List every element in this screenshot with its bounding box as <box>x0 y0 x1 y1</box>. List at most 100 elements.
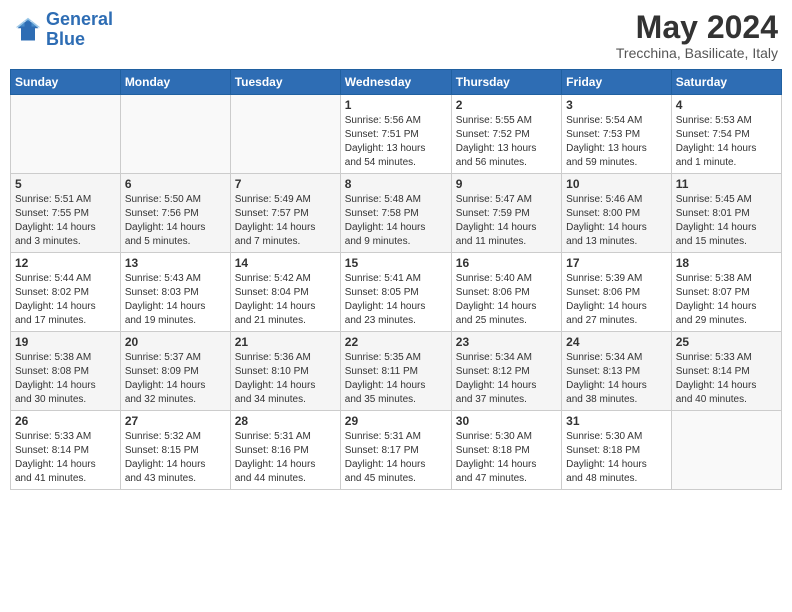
logo-line2: Blue <box>46 29 85 49</box>
day-of-week-header: Saturday <box>671 70 781 95</box>
day-info: Sunrise: 5:49 AM Sunset: 7:57 PM Dayligh… <box>235 193 336 249</box>
day-number: 1 <box>345 98 447 112</box>
calendar-week-row: 1Sunrise: 5:56 AM Sunset: 7:51 PM Daylig… <box>11 95 782 174</box>
calendar-cell: 21 Sunrise: 5:36 AM Sunset: 8:10 PM Dayli… <box>230 332 340 411</box>
calendar-cell <box>120 95 230 174</box>
day-info: Sunrise: 5:33 AM Sunset: 8:14 PM Dayligh… <box>676 351 777 407</box>
calendar-cell: 11 Sunrise: 5:45 AM Sunset: 8:01 PM Dayli… <box>671 174 781 253</box>
day-info: Sunrise: 5:36 AM Sunset: 8:10 PM Dayligh… <box>235 351 336 407</box>
day-info: Sunrise: 5:43 AM Sunset: 8:03 PM Dayligh… <box>125 272 226 328</box>
page-header: General Blue May 2024 Trecchina, Basilic… <box>10 10 782 61</box>
day-info: Sunrise: 5:40 AM Sunset: 8:06 PM Dayligh… <box>456 272 557 328</box>
day-info: Sunrise: 5:31 AM Sunset: 8:17 PM Dayligh… <box>345 430 447 486</box>
day-of-week-header: Tuesday <box>230 70 340 95</box>
day-number: 3 <box>566 98 667 112</box>
calendar-cell: 20 Sunrise: 5:37 AM Sunset: 8:09 PM Dayli… <box>120 332 230 411</box>
day-number: 16 <box>456 256 557 270</box>
day-info: Sunrise: 5:50 AM Sunset: 7:56 PM Dayligh… <box>125 193 226 249</box>
day-number: 2 <box>456 98 557 112</box>
calendar-cell: 29 Sunrise: 5:31 AM Sunset: 8:17 PM Dayli… <box>340 411 451 490</box>
calendar-cell: 5Sunrise: 5:51 AM Sunset: 7:55 PM Daylig… <box>11 174 121 253</box>
calendar-cell: 13Sunrise: 5:43 AM Sunset: 8:03 PM Dayli… <box>120 253 230 332</box>
day-number: 22 <box>345 335 447 349</box>
day-number: 31 <box>566 414 667 428</box>
day-info: Sunrise: 5:31 AM Sunset: 8:16 PM Dayligh… <box>235 430 336 486</box>
calendar-cell: 9Sunrise: 5:47 AM Sunset: 7:59 PM Daylig… <box>451 174 561 253</box>
title-block: May 2024 Trecchina, Basilicate, Italy <box>616 10 778 61</box>
day-number: 19 <box>15 335 116 349</box>
logo-icon <box>14 16 42 44</box>
calendar-cell: 19 Sunrise: 5:38 AM Sunset: 8:08 PM Dayli… <box>11 332 121 411</box>
day-of-week-header: Sunday <box>11 70 121 95</box>
logo-line1: General <box>46 9 113 29</box>
day-number: 4 <box>676 98 777 112</box>
day-number: 17 <box>566 256 667 270</box>
day-number: 10 <box>566 177 667 191</box>
day-info: Sunrise: 5:41 AM Sunset: 8:05 PM Dayligh… <box>345 272 447 328</box>
calendar-cell: 28Sunrise: 5:31 AM Sunset: 8:16 PM Dayli… <box>230 411 340 490</box>
day-number: 8 <box>345 177 447 191</box>
calendar-table: SundayMondayTuesdayWednesdayThursdayFrid… <box>10 69 782 490</box>
month-year-title: May 2024 <box>616 10 778 45</box>
day-number: 12 <box>15 256 116 270</box>
day-info: Sunrise: 5:38 AM Sunset: 8:08 PM Dayligh… <box>15 351 116 407</box>
logo: General Blue <box>14 10 113 50</box>
day-number: 26 <box>15 414 116 428</box>
day-info: Sunrise: 5:44 AM Sunset: 8:02 PM Dayligh… <box>15 272 116 328</box>
day-info: Sunrise: 5:37 AM Sunset: 8:09 PM Dayligh… <box>125 351 226 407</box>
day-info: Sunrise: 5:45 AM Sunset: 8:01 PM Dayligh… <box>676 193 777 249</box>
day-info: Sunrise: 5:48 AM Sunset: 7:58 PM Dayligh… <box>345 193 447 249</box>
day-info: Sunrise: 5:38 AM Sunset: 8:07 PM Dayligh… <box>676 272 777 328</box>
day-info: Sunrise: 5:51 AM Sunset: 7:55 PM Dayligh… <box>15 193 116 249</box>
calendar-cell: 8 Sunrise: 5:48 AM Sunset: 7:58 PM Daylig… <box>340 174 451 253</box>
day-number: 24 <box>566 335 667 349</box>
day-number: 20 <box>125 335 226 349</box>
day-of-week-header: Wednesday <box>340 70 451 95</box>
day-info: Sunrise: 5:39 AM Sunset: 8:06 PM Dayligh… <box>566 272 667 328</box>
day-info: Sunrise: 5:32 AM Sunset: 8:15 PM Dayligh… <box>125 430 226 486</box>
day-number: 18 <box>676 256 777 270</box>
day-number: 21 <box>235 335 336 349</box>
calendar-cell: 27Sunrise: 5:32 AM Sunset: 8:15 PM Dayli… <box>120 411 230 490</box>
day-info: Sunrise: 5:35 AM Sunset: 8:11 PM Dayligh… <box>345 351 447 407</box>
day-info: Sunrise: 5:55 AM Sunset: 7:52 PM Dayligh… <box>456 114 557 170</box>
calendar-cell: 24 Sunrise: 5:34 AM Sunset: 8:13 PM Dayli… <box>562 332 672 411</box>
day-number: 25 <box>676 335 777 349</box>
calendar-cell <box>230 95 340 174</box>
calendar-cell: 17 Sunrise: 5:39 AM Sunset: 8:06 PM Dayli… <box>562 253 672 332</box>
day-number: 30 <box>456 414 557 428</box>
day-of-week-header: Thursday <box>451 70 561 95</box>
calendar-cell: 18 Sunrise: 5:38 AM Sunset: 8:07 PM Dayli… <box>671 253 781 332</box>
calendar-week-row: 12 Sunrise: 5:44 AM Sunset: 8:02 PM Dayli… <box>11 253 782 332</box>
calendar-cell: 7 Sunrise: 5:49 AM Sunset: 7:57 PM Daylig… <box>230 174 340 253</box>
calendar-cell: 26Sunrise: 5:33 AM Sunset: 8:14 PM Dayli… <box>11 411 121 490</box>
day-of-week-header: Monday <box>120 70 230 95</box>
calendar-week-row: 5Sunrise: 5:51 AM Sunset: 7:55 PM Daylig… <box>11 174 782 253</box>
day-info: Sunrise: 5:42 AM Sunset: 8:04 PM Dayligh… <box>235 272 336 328</box>
calendar-cell: 22 Sunrise: 5:35 AM Sunset: 8:11 PM Dayli… <box>340 332 451 411</box>
calendar-cell: 1Sunrise: 5:56 AM Sunset: 7:51 PM Daylig… <box>340 95 451 174</box>
day-number: 6 <box>125 177 226 191</box>
calendar-cell: 14 Sunrise: 5:42 AM Sunset: 8:04 PM Dayli… <box>230 253 340 332</box>
calendar-cell <box>11 95 121 174</box>
calendar-cell: 3Sunrise: 5:54 AM Sunset: 7:53 PM Daylig… <box>562 95 672 174</box>
calendar-cell: 10 Sunrise: 5:46 AM Sunset: 8:00 PM Dayli… <box>562 174 672 253</box>
day-info: Sunrise: 5:46 AM Sunset: 8:00 PM Dayligh… <box>566 193 667 249</box>
day-info: Sunrise: 5:34 AM Sunset: 8:13 PM Dayligh… <box>566 351 667 407</box>
day-info: Sunrise: 5:34 AM Sunset: 8:12 PM Dayligh… <box>456 351 557 407</box>
calendar-cell: 23 Sunrise: 5:34 AM Sunset: 8:12 PM Dayli… <box>451 332 561 411</box>
day-number: 7 <box>235 177 336 191</box>
calendar-cell: 6 Sunrise: 5:50 AM Sunset: 7:56 PM Daylig… <box>120 174 230 253</box>
day-info: Sunrise: 5:47 AM Sunset: 7:59 PM Dayligh… <box>456 193 557 249</box>
logo-text: General Blue <box>46 10 113 50</box>
calendar-cell: 15 Sunrise: 5:41 AM Sunset: 8:05 PM Dayli… <box>340 253 451 332</box>
day-number: 14 <box>235 256 336 270</box>
calendar-cell: 31Sunrise: 5:30 AM Sunset: 8:18 PM Dayli… <box>562 411 672 490</box>
day-number: 23 <box>456 335 557 349</box>
day-number: 29 <box>345 414 447 428</box>
day-number: 11 <box>676 177 777 191</box>
day-number: 15 <box>345 256 447 270</box>
calendar-cell: 25 Sunrise: 5:33 AM Sunset: 8:14 PM Dayli… <box>671 332 781 411</box>
calendar-cell: 16 Sunrise: 5:40 AM Sunset: 8:06 PM Dayli… <box>451 253 561 332</box>
calendar-cell: 4Sunrise: 5:53 AM Sunset: 7:54 PM Daylig… <box>671 95 781 174</box>
